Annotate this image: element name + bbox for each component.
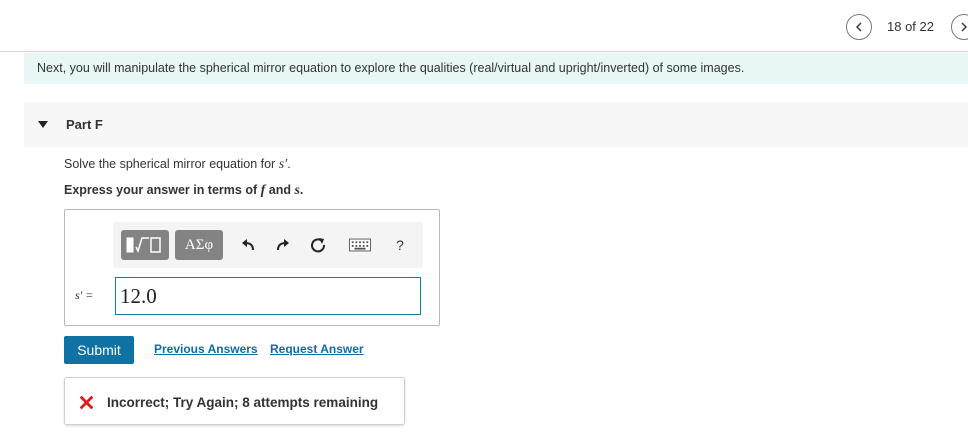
reset-icon (311, 238, 326, 253)
previous-item-button[interactable] (846, 14, 872, 40)
answer-box: ΑΣφ ? s′ = 12.0 (64, 209, 440, 326)
part-header[interactable]: Part F (24, 102, 968, 147)
chevron-left-icon (856, 22, 862, 32)
undo-button[interactable] (237, 234, 259, 256)
templates-button[interactable] (121, 230, 169, 260)
feedback-text: Incorrect; Try Again; 8 attempts remaini… (107, 395, 379, 410)
keyboard-icon (349, 238, 371, 252)
collapse-arrow-icon[interactable] (38, 121, 48, 128)
instruction-mid: and (265, 183, 295, 197)
question-text: Solve the spherical mirror equation for … (64, 157, 291, 173)
request-answer-link[interactable]: Request Answer (270, 342, 364, 356)
intro-text: Next, you will manipulate the spherical … (37, 61, 745, 75)
top-navigation: 18 of 22 (0, 0, 968, 52)
chevron-right-icon (961, 22, 967, 32)
redo-icon (277, 239, 289, 251)
math-toolbar: ΑΣφ ? (113, 222, 423, 268)
question-suffix: . (287, 157, 291, 171)
instruction-text: Express your answer in terms of f and s. (64, 183, 303, 199)
question-prefix: Solve the spherical mirror equation for (64, 157, 279, 171)
reset-button[interactable] (307, 234, 329, 256)
item-counter: 18 of 22 (887, 19, 934, 34)
question-variable: s′ (278, 157, 288, 172)
part-title: Part F (66, 117, 103, 132)
keyboard-button[interactable] (347, 234, 373, 256)
submit-button[interactable]: Submit (64, 336, 134, 364)
undo-icon (242, 239, 254, 251)
intro-banner: Next, you will manipulate the spherical … (24, 53, 968, 84)
help-icon: ? (396, 237, 404, 253)
templates-icon (126, 237, 161, 254)
feedback-box: Incorrect; Try Again; 8 attempts remaini… (64, 377, 405, 425)
greek-letters-button[interactable]: ΑΣφ (175, 230, 223, 260)
redo-button[interactable] (272, 234, 294, 256)
previous-answers-link[interactable]: Previous Answers (154, 342, 258, 356)
help-button[interactable]: ? (389, 234, 411, 256)
instruction-prefix: Express your answer in terms of (64, 183, 261, 197)
next-item-button[interactable] (951, 14, 968, 40)
greek-letters-icon: ΑΣφ (184, 236, 214, 253)
instruction-suffix: . (299, 183, 304, 197)
x-icon (80, 396, 93, 409)
answer-input[interactable]: 12.0 (115, 277, 421, 315)
answer-label: s′ = (75, 288, 94, 302)
